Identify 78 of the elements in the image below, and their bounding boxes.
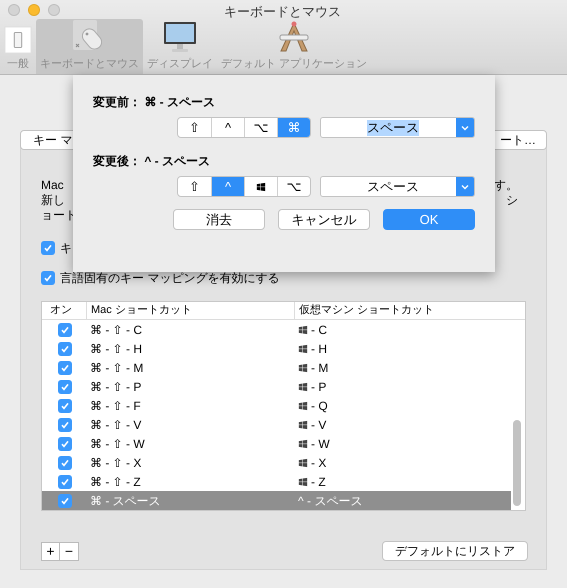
checkmark-icon — [61, 497, 69, 504]
column-header[interactable]: 仮想マシン ショートカット — [294, 302, 525, 319]
key-dropdown[interactable]: スペース — [320, 117, 475, 138]
table-cell-text: ⌘ - ⇧ - P — [89, 378, 142, 396]
dialog-button[interactable]: 消去 — [173, 209, 265, 230]
checkbox[interactable] — [58, 360, 72, 374]
table-cell-text: - Q — [311, 398, 328, 414]
checkbox[interactable] — [58, 342, 72, 356]
chevron-down-icon — [461, 184, 469, 190]
checkbox[interactable] — [41, 241, 55, 255]
checkbox[interactable] — [58, 474, 72, 488]
modifier-key-button[interactable]: ⇧ — [178, 177, 211, 196]
description-text: Mac — [41, 178, 65, 193]
chevron-down-icon — [461, 124, 469, 130]
table-cell-text: ⌘ - ⇧ - C — [89, 322, 143, 338]
dialog-button[interactable]: キャンセル — [278, 209, 370, 230]
checkbox[interactable] — [58, 456, 72, 470]
monitor-icon — [163, 20, 197, 54]
table-cell-text: ⌘ - ⇧ - Z — [89, 474, 142, 490]
dropdown-value: スペース — [367, 120, 419, 136]
table-cell-text: - H — [311, 340, 327, 358]
checkbox[interactable] — [58, 436, 72, 450]
checkbox[interactable] — [58, 418, 72, 432]
checkmark-icon — [61, 478, 69, 486]
key-dropdown[interactable]: スペース — [320, 176, 475, 197]
column-header[interactable]: Mac ショートカット — [86, 302, 294, 319]
checkmark-icon — [61, 421, 69, 428]
add-button[interactable]: + — [41, 542, 60, 560]
column-header[interactable]: オン — [42, 302, 86, 319]
table-cell-text: ⌘ - ⇧ - V — [89, 416, 142, 434]
switch-icon — [4, 26, 32, 54]
modifier-key-button[interactable]: ^ — [211, 118, 244, 137]
checkbox-label: キ — [60, 240, 72, 257]
table-cell-text: - Z — [311, 474, 326, 490]
modifier-key-button[interactable]: ⌥ — [277, 177, 310, 196]
window-title: キーボードとマウス — [224, 3, 341, 21]
table-cell-text: - V — [311, 416, 326, 434]
checkbox[interactable] — [58, 494, 72, 508]
description-text: 新し — [41, 193, 66, 208]
checkbox[interactable] — [58, 322, 72, 336]
window-control-icon[interactable] — [8, 4, 20, 16]
table-cell-text: ^ - スペース — [298, 492, 362, 510]
checkmark-icon — [61, 440, 69, 448]
window-control-icon[interactable] — [48, 4, 60, 16]
table-cell-text: - M — [311, 360, 328, 376]
windows-logo-icon — [256, 182, 266, 192]
checkmark-icon — [61, 364, 69, 372]
checkbox-label: 言語固有のキー マッピングを有効にする — [60, 270, 280, 287]
scrollbar[interactable] — [513, 420, 521, 506]
table-cell-text: ⌘ - スペース — [89, 492, 162, 510]
checkmark-icon — [61, 383, 69, 390]
table-cell-text: ⌘ - ⇧ - X — [89, 454, 142, 472]
table-cell-text: ⌘ - ⇧ - M — [89, 360, 144, 376]
checkbox[interactable] — [58, 398, 72, 412]
restore-defaults-button[interactable]: デフォルトにリストア — [382, 541, 528, 561]
dropdown-value: スペース — [367, 178, 419, 194]
table-cell-text: - X — [311, 454, 326, 472]
checkbox[interactable] — [58, 380, 72, 394]
checkmark-icon — [61, 326, 69, 334]
checkbox[interactable] — [41, 271, 55, 285]
description-text: シ — [506, 193, 518, 208]
checkmark-icon — [61, 402, 69, 410]
description-text: す。 — [494, 178, 518, 193]
shortcut-heading: 変更後： ^ - スペース — [93, 153, 212, 170]
table-cell-text: - P — [311, 378, 326, 396]
checkmark-icon — [44, 274, 52, 282]
table-cell-text: ⌘ - ⇧ - F — [89, 398, 142, 414]
table-cell-text: - C — [311, 322, 327, 338]
checkmark-icon — [61, 345, 69, 352]
table-cell-text: - W — [311, 436, 330, 452]
modifier-key-button[interactable]: ⇧ — [178, 118, 211, 137]
remove-button[interactable]: − — [60, 542, 79, 560]
checkmark-icon — [44, 244, 52, 252]
checkmark-icon — [61, 459, 69, 466]
table-cell-text: ⌘ - ⇧ - H — [89, 340, 143, 358]
shortcut-heading: 変更前： ⌘ - スペース — [93, 94, 216, 111]
window-control-icon[interactable] — [28, 4, 40, 16]
table-cell-text: ⌘ - ⇧ - W — [89, 436, 146, 452]
